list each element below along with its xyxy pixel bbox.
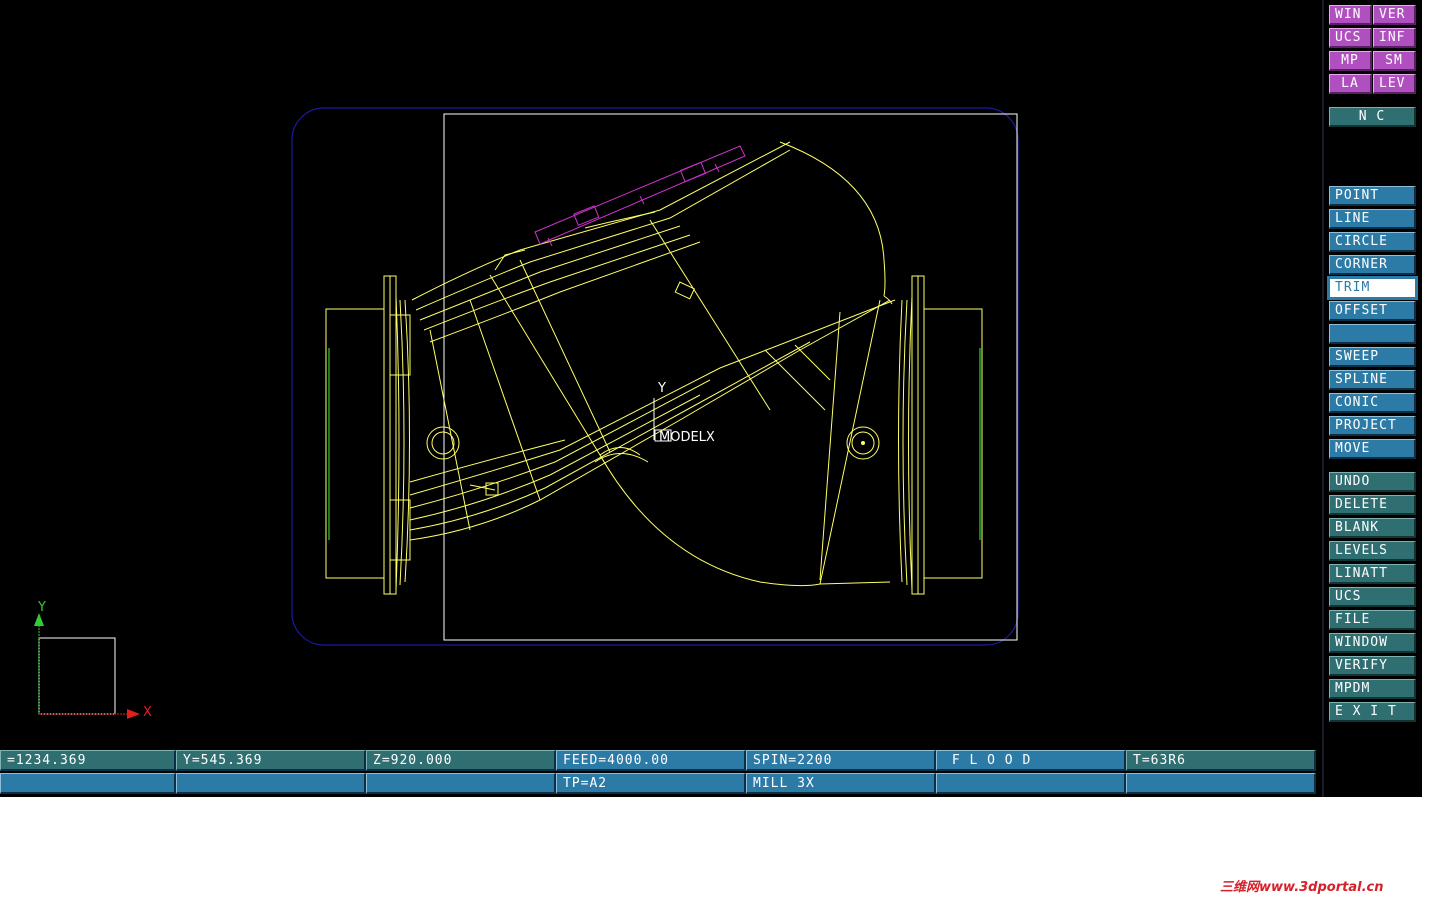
graphics-viewport[interactable]: Y MODELX Y X <box>0 0 1322 745</box>
status-feed: FEED=4000.00 <box>556 750 746 771</box>
delete-button[interactable]: DELETE <box>1329 495 1416 515</box>
part-boundary <box>443 113 1018 641</box>
status-empty-2 <box>176 773 366 794</box>
offset-button[interactable]: OFFSET <box>1329 301 1416 321</box>
right-menu-panel: WIN VER UCS INF MP SM LA LEV N C POINT L… <box>1322 0 1422 797</box>
la-button[interactable]: LA <box>1329 74 1372 94</box>
model-y-label: Y <box>657 381 666 396</box>
model-label: MODELX <box>659 430 715 445</box>
sm-button[interactable]: SM <box>1373 51 1416 71</box>
status-mill-mode: MILL 3X <box>746 773 936 794</box>
status-empty-1 <box>0 773 176 794</box>
blank-button[interactable]: BLANK <box>1329 518 1416 538</box>
status-tool: T=63R6 <box>1126 750 1316 771</box>
status-spin: SPIN=2200 <box>746 750 936 771</box>
undo-button[interactable]: UNDO <box>1329 472 1416 492</box>
line-button[interactable]: LINE <box>1329 209 1416 229</box>
exit-button[interactable]: E X I T <box>1329 702 1416 722</box>
upper-body-arc <box>779 141 886 297</box>
status-bar: =1234.369 Y=545.369 Z=920.000 FEED=4000.… <box>0 745 1322 797</box>
point-button[interactable]: POINT <box>1329 186 1416 206</box>
status-empty-7 <box>1126 773 1316 794</box>
status-empty-3 <box>366 773 556 794</box>
ver-button[interactable]: VER <box>1373 5 1416 25</box>
right-flange-outer <box>923 308 983 579</box>
model-axis: Y MODELX <box>653 381 715 445</box>
watermark: 三维网www.3dportal.cn <box>1220 880 1384 895</box>
file-button[interactable]: FILE <box>1329 610 1416 630</box>
x-arrow-icon <box>127 709 140 719</box>
corner-button[interactable]: CORNER <box>1329 255 1416 275</box>
ucs-button[interactable]: UCS <box>1329 587 1416 607</box>
status-x-coord: =1234.369 <box>0 750 176 771</box>
left-flange-outer <box>325 308 385 579</box>
ucs-top-button[interactable]: UCS <box>1329 28 1372 48</box>
trim-button[interactable]: TRIM <box>1327 276 1418 300</box>
empty-menu-slot[interactable] <box>1329 324 1416 344</box>
status-z-coord: Z=920.000 <box>366 750 556 771</box>
lower-body-arc <box>599 454 891 587</box>
linatt-button[interactable]: LINATT <box>1329 564 1416 584</box>
lev-button[interactable]: LEV <box>1373 74 1416 94</box>
status-y-coord: Y=545.369 <box>176 750 366 771</box>
spline-button[interactable]: SPLINE <box>1329 370 1416 390</box>
mpdm-button[interactable]: MPDM <box>1329 679 1416 699</box>
view-triad: Y X <box>34 600 152 720</box>
win-button[interactable]: WIN <box>1329 5 1372 25</box>
project-button[interactable]: PROJECT <box>1329 416 1416 436</box>
nc-button[interactable]: N C <box>1329 107 1416 127</box>
inf-button[interactable]: INF <box>1373 28 1416 48</box>
window-button[interactable]: WINDOW <box>1329 633 1416 653</box>
magenta-features <box>534 145 746 247</box>
model-canvas[interactable]: Y MODELX Y X <box>0 0 1322 745</box>
verify-button[interactable]: VERIFY <box>1329 656 1416 676</box>
triad-y-label: Y <box>37 600 46 615</box>
conic-button[interactable]: CONIC <box>1329 393 1416 413</box>
sweep-button[interactable]: SWEEP <box>1329 347 1416 367</box>
triad-x-label: X <box>143 705 152 720</box>
mp-button[interactable]: MP <box>1329 51 1372 71</box>
status-coolant: F L O O D <box>936 750 1126 771</box>
status-empty-6 <box>936 773 1126 794</box>
levels-button[interactable]: LEVELS <box>1329 541 1416 561</box>
part-wireframe <box>325 141 983 595</box>
move-button[interactable]: MOVE <box>1329 439 1416 459</box>
status-toolpath: TP=A2 <box>556 773 746 794</box>
circle-button[interactable]: CIRCLE <box>1329 232 1416 252</box>
